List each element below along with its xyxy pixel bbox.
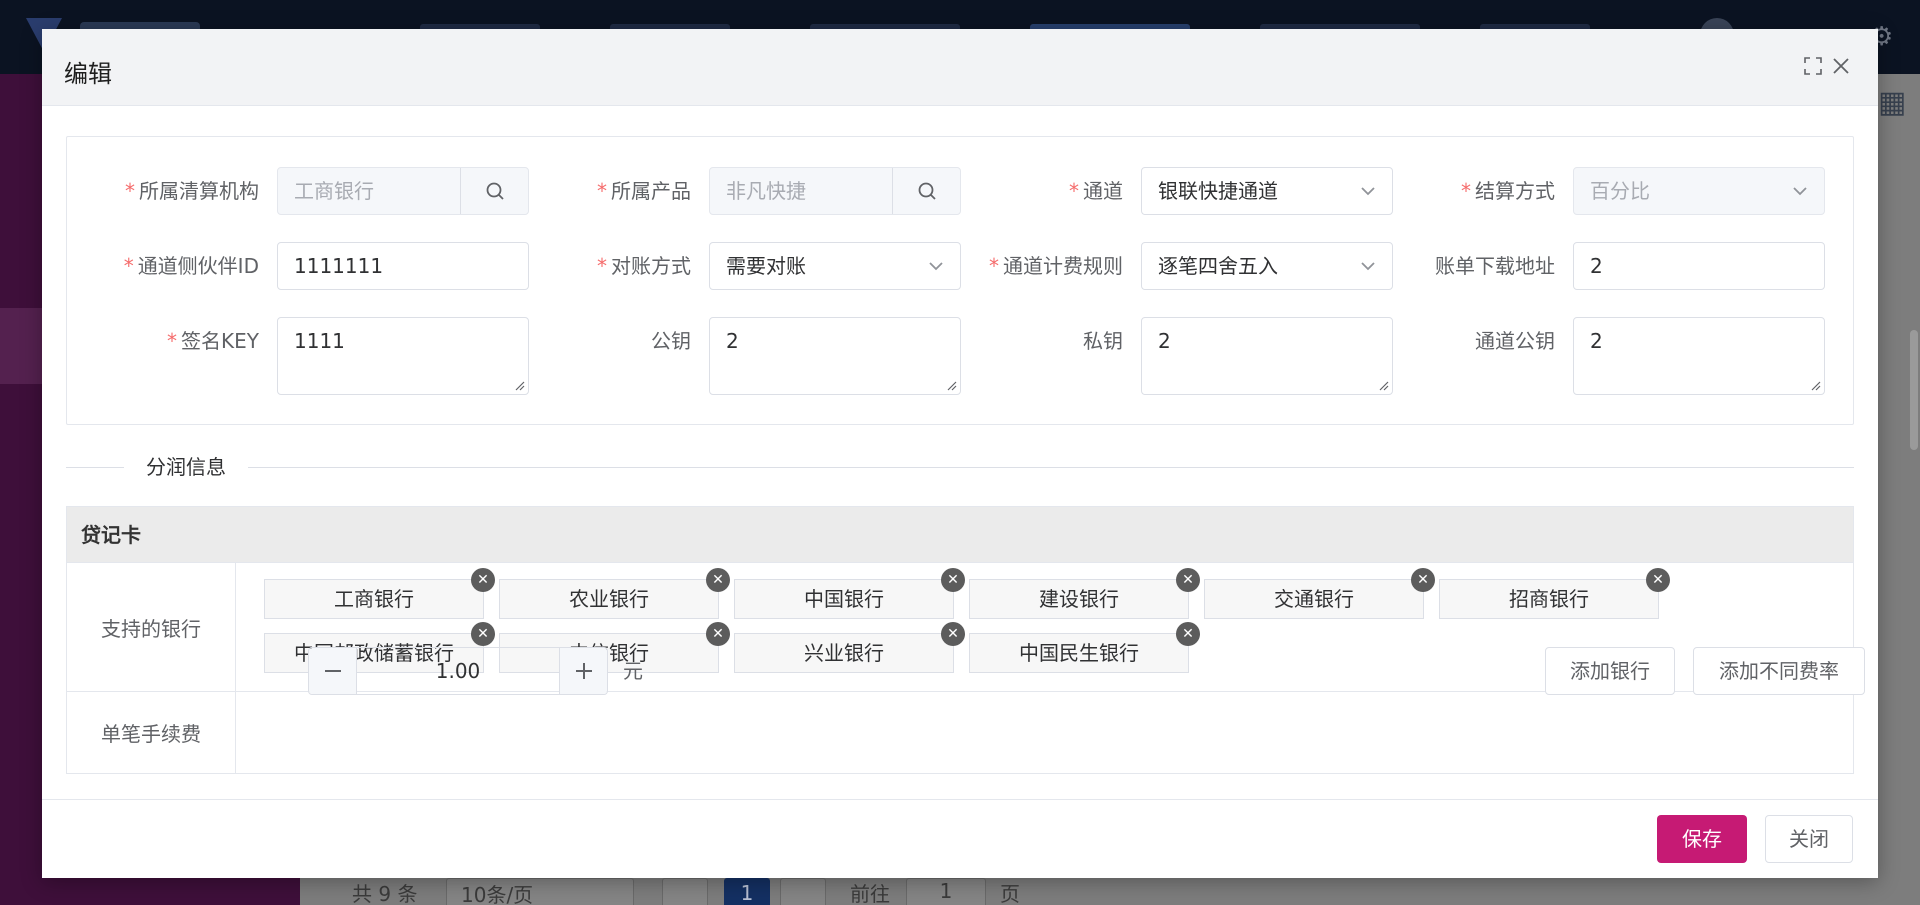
scrollbar[interactable] xyxy=(1910,330,1918,450)
remove-icon[interactable]: ✕ xyxy=(471,568,495,592)
settle-select[interactable]: 百分比 xyxy=(1573,167,1825,215)
public-key-label: 公钥 xyxy=(651,329,691,353)
close-button[interactable]: 关闭 xyxy=(1765,815,1853,863)
pager-prev-button[interactable] xyxy=(662,878,708,905)
pager-size-value: 10条/页 xyxy=(461,883,534,905)
card-type-header: 贷记卡 xyxy=(67,507,1853,563)
section-title: 分润信息 xyxy=(124,453,248,481)
product-label: * 所属产品 xyxy=(597,179,691,203)
channel-label: * 通道 xyxy=(1069,179,1123,203)
bank-tag-label: 中国银行 xyxy=(804,587,884,611)
add-bank-button[interactable]: 添加银行 xyxy=(1545,647,1675,695)
banks-label: 支持的银行 xyxy=(67,563,236,691)
bank-tag: 中国银行 ✕ xyxy=(734,568,965,619)
reconcile-select[interactable]: 需要对账 xyxy=(709,242,961,290)
bank-tag-label: 农业银行 xyxy=(569,587,649,611)
bank-tag: 工商银行 ✕ xyxy=(264,568,495,619)
bank-tag: 建设银行 ✕ xyxy=(969,568,1200,619)
pager-next-button[interactable] xyxy=(780,878,826,905)
channel-public-key-label: 通道公钥 xyxy=(1475,329,1555,353)
resize-handle-icon[interactable] xyxy=(513,379,525,391)
dialog-header: 编辑 xyxy=(42,29,1878,106)
fee-rule-label: * 通道计费规则 xyxy=(989,254,1123,278)
channel-public-key-textarea[interactable]: 2 xyxy=(1573,317,1825,395)
public-key-textarea[interactable]: 2 xyxy=(709,317,961,395)
remove-icon[interactable]: ✕ xyxy=(706,568,730,592)
partner-id-input[interactable]: 1111111 xyxy=(277,242,529,290)
pager-page-unit: 页 xyxy=(1000,882,1020,905)
profit-share-table: 贷记卡 支持的银行 工商银行 ✕ 农业银行 ✕ 中国银行 ✕ 建设银行 ✕ 交通银行 ✕ 招商银行 ✕… xyxy=(66,506,1865,774)
bank-tag-label: 交通银行 xyxy=(1274,587,1354,611)
sign-key-label: * 签名KEY xyxy=(167,329,259,353)
fee-label: 单笔手续费 xyxy=(67,692,236,773)
private-key-label: 私钥 xyxy=(1083,329,1123,353)
bill-url-input[interactable]: 2 xyxy=(1573,242,1825,290)
bank-tag-label: 招商银行 xyxy=(1509,587,1589,611)
pager-total: 共 9 条 xyxy=(352,882,418,905)
bank-tag-label: 工商银行 xyxy=(334,587,414,611)
private-key-textarea[interactable]: 2 xyxy=(1141,317,1393,395)
resize-handle-icon[interactable] xyxy=(1377,379,1389,391)
remove-icon[interactable]: ✕ xyxy=(1176,568,1200,592)
close-icon[interactable] xyxy=(1830,55,1852,77)
remove-icon[interactable]: ✕ xyxy=(706,622,730,646)
fee-value[interactable]: 1.00 xyxy=(357,648,559,694)
org-label: * 所属清算机构 xyxy=(125,179,259,203)
reconcile-label: * 对账方式 xyxy=(597,254,691,278)
remove-icon[interactable]: ✕ xyxy=(941,568,965,592)
section-divider xyxy=(66,467,1854,468)
remove-icon[interactable]: ✕ xyxy=(1411,568,1435,592)
pager-current[interactable]: 1 xyxy=(724,878,770,905)
bank-tag: 交通银行 ✕ xyxy=(1204,568,1435,619)
remove-icon[interactable]: ✕ xyxy=(941,622,965,646)
org-input[interactable]: 工商银行 xyxy=(277,167,529,215)
remove-icon[interactable]: ✕ xyxy=(471,622,495,646)
edit-dialog: 编辑 * 所属清算机构 工商银行 * 所属产品 非凡快捷 * 通道 银联快捷通道… xyxy=(42,29,1878,878)
settle-label: * 结算方式 xyxy=(1461,179,1555,203)
pager-goto-input[interactable]: 1 xyxy=(906,878,986,905)
product-input[interactable]: 非凡快捷 xyxy=(709,167,961,215)
resize-handle-icon[interactable] xyxy=(945,379,957,391)
bank-tag: 农业银行 ✕ xyxy=(499,568,730,619)
bank-tag: 招商银行 ✕ xyxy=(1439,568,1670,619)
bill-url-label: 账单下载地址 xyxy=(1435,254,1555,278)
fee-rule-select[interactable]: 逐笔四舍五入 xyxy=(1141,242,1393,290)
fee-stepper[interactable]: 1.00 xyxy=(308,647,608,695)
increase-button[interactable] xyxy=(559,648,607,694)
channel-select[interactable]: 银联快捷通道 xyxy=(1141,167,1393,215)
save-button[interactable]: 保存 xyxy=(1657,815,1747,863)
sign-key-textarea[interactable]: 1111 xyxy=(277,317,529,395)
chevron-down-icon xyxy=(1792,168,1808,214)
remove-icon[interactable]: ✕ xyxy=(1646,568,1670,592)
decrease-button[interactable] xyxy=(309,648,357,694)
bank-tag: 中国民生银行 ✕ xyxy=(969,622,1200,673)
add-rate-button[interactable]: 添加不同费率 xyxy=(1693,647,1865,695)
channel-form: * 所属清算机构 工商银行 * 所属产品 非凡快捷 * 通道 银联快捷通道 * … xyxy=(66,136,1854,425)
pager-goto-value: 1 xyxy=(939,879,953,903)
fullscreen-icon[interactable] xyxy=(1802,55,1824,77)
remove-icon[interactable]: ✕ xyxy=(1176,622,1200,646)
fee-unit: 元 xyxy=(623,659,643,683)
grid-icon[interactable]: ▦ xyxy=(1878,88,1906,118)
partner-id-label: * 通道侧伙伴ID xyxy=(123,254,259,278)
bank-tag-label: 中国民生银行 xyxy=(1019,641,1139,665)
bank-tag-label: 兴业银行 xyxy=(804,641,884,665)
bank-tag-label: 建设银行 xyxy=(1039,587,1119,611)
footer-divider xyxy=(42,799,1878,800)
bank-tag: 兴业银行 ✕ xyxy=(734,622,965,673)
resize-handle-icon[interactable] xyxy=(1809,379,1821,391)
pager-goto-label: 前往 xyxy=(850,882,890,905)
dialog-title: 编辑 xyxy=(64,60,112,88)
pager-size-select[interactable]: 10条/页 xyxy=(446,878,634,905)
